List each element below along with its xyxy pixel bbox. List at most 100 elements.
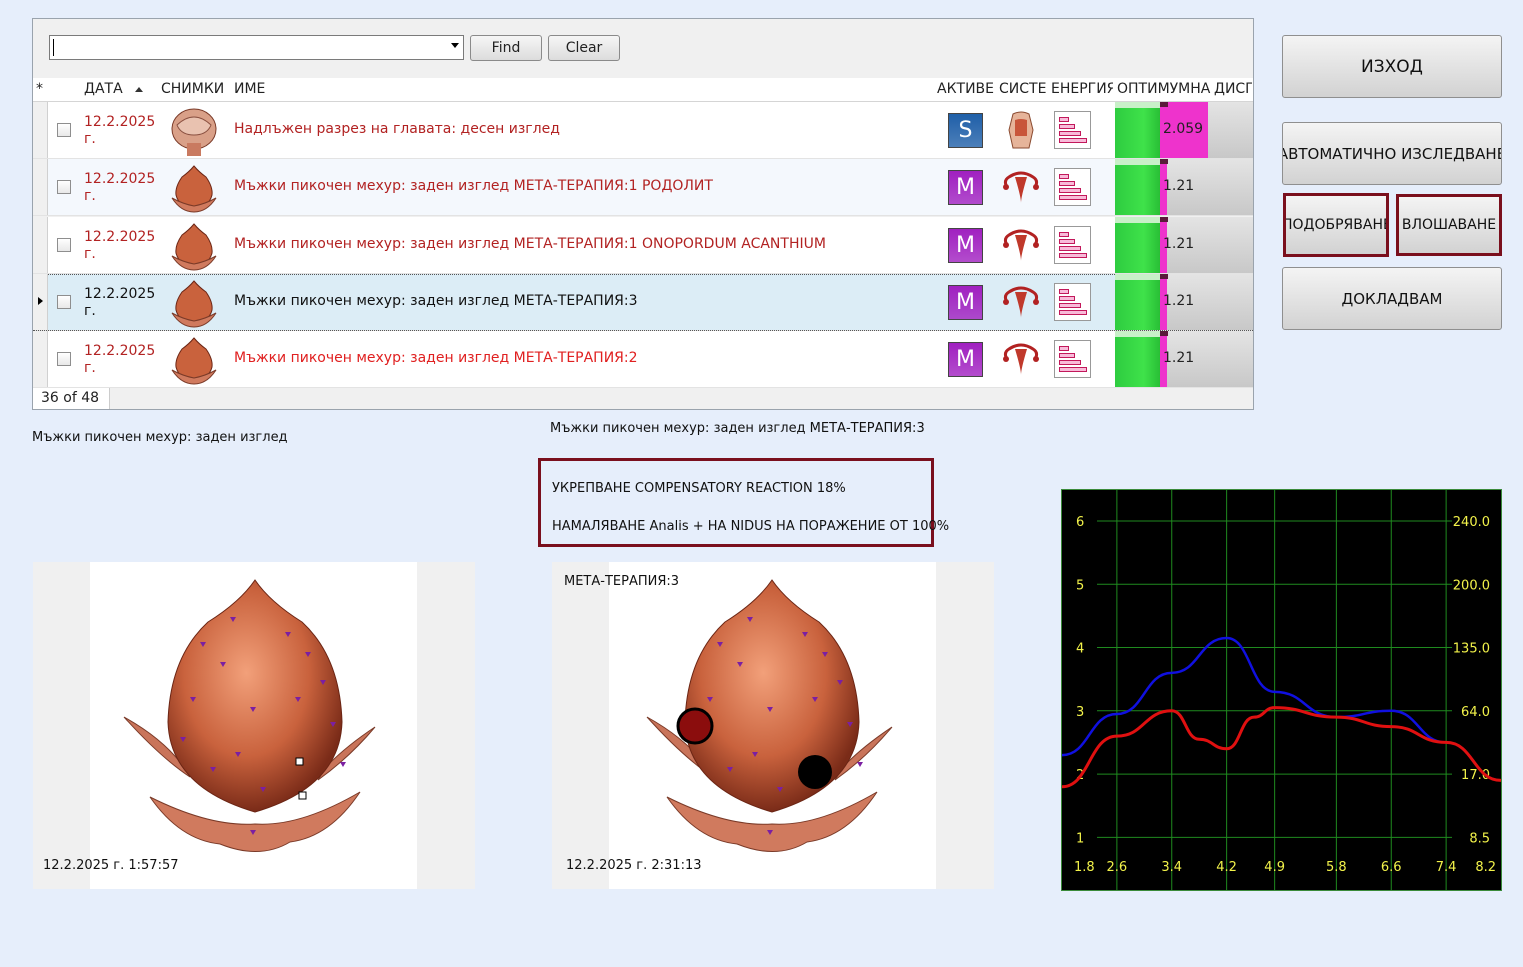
row-date: 12.2.2025 г. [84,229,156,262]
bladder-image-left [123,579,376,853]
bladder-thumbnail [171,223,217,271]
right-organ-canvas [609,562,936,889]
row-name: Мъжки пикочен мехур: заден изглед МЕТА-Т… [234,178,713,194]
energy-icon[interactable] [1054,168,1091,206]
row-checkbox[interactable] [57,295,71,309]
header-date-label: ДАТА [84,81,123,97]
header-date[interactable]: ДАТА [84,81,143,97]
table-row[interactable]: 12.2.2025 г. Надлъжен разрез на главата:… [33,102,1253,159]
optimal-bar [1115,331,1163,387]
y-left-tick-label: 6 [1076,515,1084,530]
row-header[interactable] [33,331,48,387]
row-header[interactable] [33,274,48,330]
y-left-tick-label: 4 [1076,642,1084,657]
bladder-thumbnail [171,280,217,328]
dispersion-cell: 1.21 [1160,217,1253,273]
energy-icon[interactable] [1054,111,1091,149]
y-left-tick-label: 1 [1076,831,1084,846]
info-line-1: УКРЕПВАНЕ COMPENSATORY REACTION 18% [552,481,846,496]
torso-anatomy-icon[interactable] [1001,110,1041,150]
dispersion-value: 1.21 [1163,350,1195,366]
energy-icon[interactable] [1054,226,1091,264]
y-right-tick-label: 200.0 [1453,578,1490,593]
x-tick-label: 6.6 [1381,860,1402,875]
row-header[interactable] [33,102,48,158]
header-optimal[interactable]: ОПТИМУМНА [1117,81,1213,97]
reproductive-organs-icon[interactable] [1001,167,1041,207]
info-line-2: НАМАЛЯВАНЕ Analis + НА NIDUS НА ПОРАЖЕНИ… [552,519,950,534]
row-checkbox[interactable] [57,238,71,252]
optimal-bar [1115,102,1163,158]
find-button[interactable]: Find [470,35,542,61]
chevron-down-icon[interactable] [451,43,459,48]
row-name: Мъжки пикочен мехур: заден изглед МЕТА-Т… [234,293,638,309]
energy-icon[interactable] [1054,283,1091,321]
row-header[interactable] [33,217,48,273]
x-tick-label: 3.4 [1161,860,1182,875]
y-right-tick-label: 64.0 [1461,705,1490,720]
header-system[interactable]: СИСТЕ [999,81,1047,97]
table-row[interactable]: 12.2.2025 г. Мъжки пикочен мехур: заден … [33,159,1253,216]
header-disp[interactable]: ДИСПЕ [1214,81,1252,97]
active-badge[interactable]: M [948,228,983,263]
spectrum-chart: 1 2 3 4 5 6 8.5 17.0 64.0 135.0 200.0 240.0 1.8 2.6 3.… [1061,489,1502,891]
left-image-timestamp: 12.2.2025 г. 1:57:57 [43,858,179,873]
series-line-red [1061,706,1502,789]
y-left-tick-label: 5 [1076,578,1084,593]
dispersion-value: 1.21 [1163,236,1195,252]
header-active[interactable]: АКТИВЕ [937,81,997,97]
reproductive-organs-icon[interactable] [1001,282,1041,322]
row-date: 12.2.2025 г. [84,286,156,319]
x-tick-label: 1.8 [1074,860,1095,875]
dispersion-cell: 2.059 [1160,102,1253,158]
row-date: 12.2.2025 г. [84,114,156,147]
report-button[interactable]: ДОКЛАДВАМ [1282,267,1502,330]
row-name: Надлъжен разрез на главата: десен изглед [234,121,560,137]
record-count: 36 of 48 [33,388,110,409]
dispersion-cap [1160,274,1168,279]
table-row[interactable]: 12.2.2025 г. Мъжки пикочен мехур: заден … [33,217,1253,274]
grid-header: * ДАТА СНИМКИ ИМЕ АКТИВЕ СИСТЕ ЕНЕРГИЯ О… [33,78,1253,102]
row-header[interactable] [33,159,48,215]
right-image-label: МЕТА-ТЕРАПИЯ:3 [564,574,680,589]
exit-button[interactable]: ИЗХОД [1282,35,1502,98]
table-row[interactable]: 12.2.2025 г. Мъжки пикочен мехур: заден … [33,331,1253,388]
row-checkbox[interactable] [57,180,71,194]
row-checkbox[interactable] [57,352,71,366]
header-name[interactable]: ИМЕ [234,81,265,97]
table-row[interactable]: 12.2.2025 г. Мъжки пикочен мехур: заден … [33,274,1253,331]
right-organ-panel: МЕТА-ТЕРАПИЯ:3 12.2.2025 г. 2:31:13 [552,562,994,889]
improve-button[interactable]: ПОДОБРЯВАНЕ [1283,193,1389,257]
header-energy[interactable]: ЕНЕРГИЯ [1051,81,1113,97]
left-organ-canvas [90,562,417,889]
worsen-button[interactable]: ВЛОШАВАНЕ [1396,194,1502,256]
dispersion-cap [1160,102,1168,107]
y-right-tick-label: 135.0 [1453,642,1490,657]
header-photos[interactable]: СНИМКИ [161,81,224,97]
dispersion-value: 2.059 [1163,121,1204,137]
lesion-marker-black [798,755,832,789]
reproductive-organs-icon[interactable] [1001,339,1041,379]
bladder-thumbnail [171,337,217,385]
y-right-tick-label: 8.5 [1469,831,1490,846]
energy-icon[interactable] [1054,340,1091,378]
head-thumbnail [171,108,217,156]
clear-button[interactable]: Clear [548,35,620,61]
active-badge[interactable]: S [948,113,983,148]
x-tick-label: 7.4 [1436,860,1457,875]
optimal-bar [1115,159,1163,215]
row-checkbox[interactable] [57,123,71,137]
active-badge[interactable]: M [948,170,983,205]
active-badge[interactable]: M [948,285,983,320]
dispersion-cell: 1.21 [1160,159,1253,215]
row-date: 12.2.2025 г. [84,171,156,204]
auto-examination-button[interactable]: АВТОМАТИЧНО ИЗСЛЕДВАНЕ [1282,122,1502,185]
row-date: 12.2.2025 г. [84,343,156,376]
reproductive-organs-icon[interactable] [1001,225,1041,265]
sort-ascending-icon [134,86,143,92]
search-combobox[interactable] [49,35,464,60]
active-badge[interactable]: M [948,342,983,377]
text-caret [53,39,54,56]
optimal-bar [1115,274,1163,330]
x-tick-label: 4.9 [1264,860,1285,875]
